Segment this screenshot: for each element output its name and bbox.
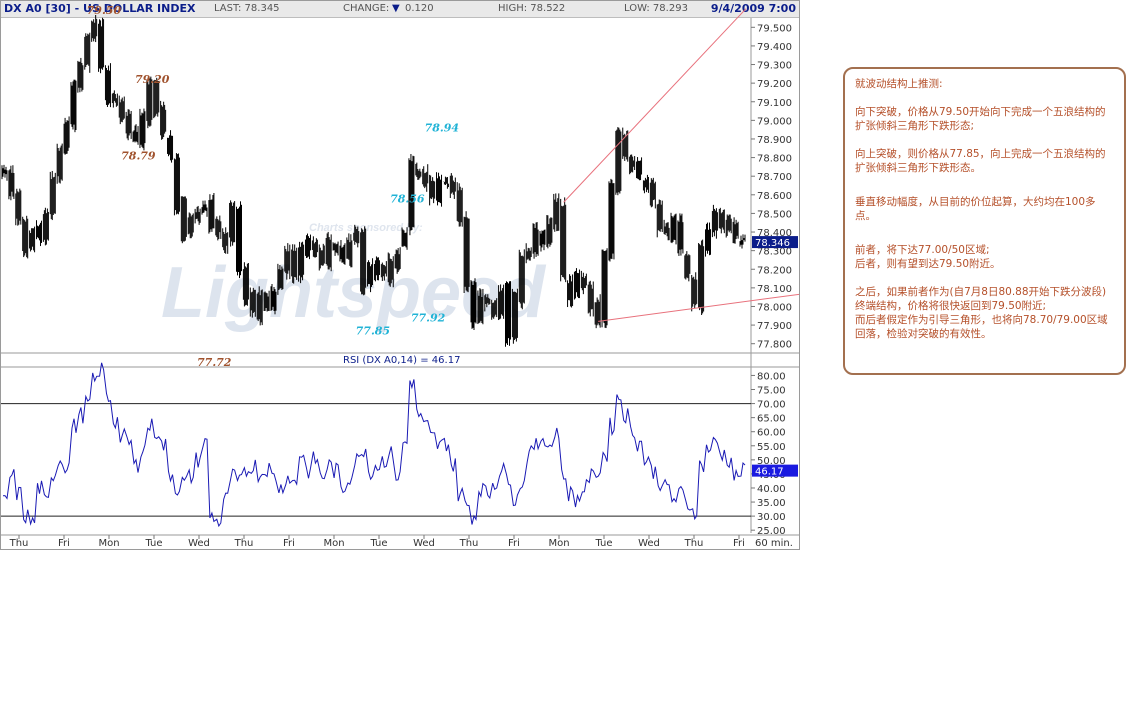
time-tick-label: Tue (144, 538, 162, 549)
brand-watermark: Lightspeed (161, 253, 547, 333)
chart-svg: Charts sponsored by:Lightspeed79.50079.4… (1, 4, 799, 549)
note-title: 就波动结构上推测: (855, 78, 943, 90)
time-tick-label: Mon (98, 538, 119, 549)
price-tick-label: 79.000 (757, 116, 792, 127)
price-tick-label: 79.200 (757, 79, 792, 90)
time-tick-label: Mon (548, 538, 569, 549)
analysis-note: 就波动结构上推测: 向下突破，价格从79.50开始向下完成一个五浪结构的扩张倾斜… (843, 67, 1126, 375)
time-tick-label: Thu (459, 538, 479, 549)
rsi-tick-label: 35.00 (757, 498, 786, 509)
rsi-tick-label: 30.00 (757, 512, 786, 523)
time-tick-label: Thu (234, 538, 254, 549)
chart-panel: DX A0 [30] - US DOLLAR INDEX LAST: 78.34… (0, 0, 800, 550)
time-unit-label: 60 min. (755, 538, 793, 549)
price-tick-label: 78.600 (757, 191, 792, 202)
rsi-tick-label: 60.00 (757, 428, 786, 439)
note-paragraph-4: 前者，将下达77.00/50区域; 后者，则有望到达79.50附近。 (855, 244, 1001, 270)
price-tick-label: 79.300 (757, 61, 792, 72)
price-tick-label: 78.100 (757, 284, 792, 295)
time-tick-label: Thu (9, 538, 29, 549)
wave-label: 77.85 (356, 324, 390, 337)
time-tick-label: Thu (684, 538, 704, 549)
rsi-tick-label: 75.00 (757, 386, 786, 397)
rsi-tick-label: 25.00 (757, 526, 786, 537)
rsi-tick-label: 55.00 (757, 442, 786, 453)
price-tick-label: 78.700 (757, 172, 792, 183)
rsi-tick-label: 40.00 (757, 484, 786, 495)
rsi-current-value: 46.17 (755, 467, 784, 478)
price-tick-label: 79.100 (757, 98, 792, 109)
price-current-value: 78.346 (755, 238, 790, 249)
note-paragraph-3: 垂直移动幅度，从目前的价位起算，大约均在100多点。 (855, 196, 1096, 222)
price-tick-label: 77.900 (757, 321, 792, 332)
time-tick-label: Tue (594, 538, 612, 549)
note-paragraph-2: 向上突破，则价格从77.85，向上完成一个五浪结构的扩张倾斜三角形下跌形态。 (855, 148, 1106, 174)
wave-label: 78.79 (121, 149, 156, 162)
wave-label: 79.50 (87, 4, 122, 17)
time-tick-label: Fri (283, 538, 295, 549)
rsi-tick-label: 70.00 (757, 400, 786, 411)
time-tick-label: Wed (188, 538, 210, 549)
price-tick-label: 77.800 (757, 340, 792, 351)
price-tick-label: 79.500 (757, 23, 792, 34)
price-tick-label: 78.800 (757, 154, 792, 165)
note-paragraph-1: 向下突破，价格从79.50开始向下完成一个五浪结构的扩张倾斜三角形下跌形态; (855, 106, 1106, 132)
time-tick-label: Tue (369, 538, 387, 549)
rsi-line (2, 362, 746, 528)
price-tick-label: 78.000 (757, 302, 792, 313)
time-tick-label: Fri (58, 538, 70, 549)
price-tick-label: 78.200 (757, 265, 792, 276)
price-tick-label: 78.900 (757, 135, 792, 146)
rsi-title: RSI (DX A0,14) = 46.17 (343, 355, 460, 366)
wave-label: 78.56 (390, 192, 425, 205)
note-paragraph-5: 之后，如果前者作为(自7月8日80.88开始下跌分波段)终端结构，价格将很快返回… (855, 286, 1108, 340)
rsi-tick-label: 80.00 (757, 371, 786, 382)
time-tick-label: Wed (638, 538, 660, 549)
time-tick-label: Wed (413, 538, 435, 549)
rsi-tick-label: 65.00 (757, 414, 786, 425)
time-tick-label: Fri (508, 538, 520, 549)
time-tick-label: Fri (733, 538, 745, 549)
price-tick-label: 79.400 (757, 42, 792, 53)
wave-label: 77.92 (411, 311, 446, 324)
upper-trendline (563, 8, 747, 203)
wave-label: 78.94 (425, 122, 459, 135)
wave-label: 79.20 (135, 73, 170, 86)
wave-label: 77.72 (197, 356, 232, 369)
price-tick-label: 78.500 (757, 209, 792, 220)
time-tick-label: Mon (323, 538, 344, 549)
